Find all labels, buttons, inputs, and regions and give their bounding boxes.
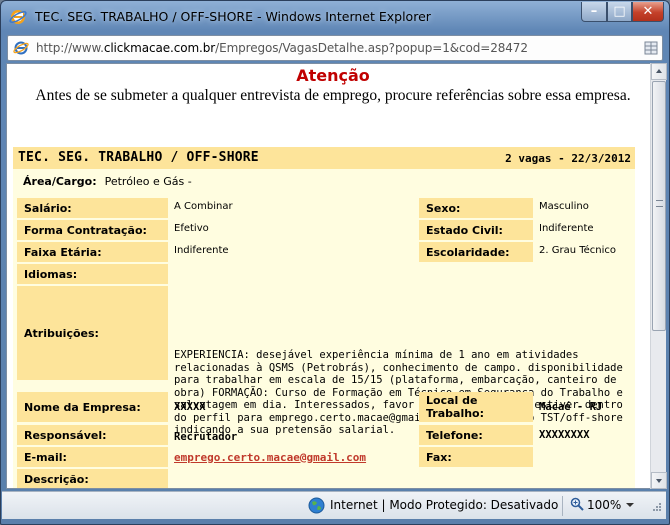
area-label: Área/Cargo: — [23, 175, 97, 188]
internet-explorer-icon — [9, 10, 27, 24]
page-content: Atenção Antes de se submeter a qualquer … — [6, 63, 658, 489]
faixa-etaria-label: Faixa Etária: — [17, 242, 168, 262]
address-url[interactable]: http://www.clickmacae.com.br/Empregos/Va… — [36, 41, 528, 55]
telefone-value: XXXXXXXX — [539, 429, 590, 441]
vertical-scrollbar[interactable] — [650, 63, 667, 489]
grip-icon — [656, 200, 663, 207]
email-cell: emprego.certo.macae@gmail.com — [170, 447, 410, 467]
sexo-value: Masculino — [539, 200, 589, 212]
responsavel-label: Responsável: — [17, 425, 168, 445]
area-cargo: Área/Cargo: Petróleo e Gás - — [23, 175, 192, 188]
faixa-etaria-value: Indiferente — [174, 244, 229, 256]
maximize-button[interactable]: □ — [607, 2, 632, 22]
estado-civil-label: Estado Civil: — [419, 220, 533, 240]
job-title: TEC. SEG. TRABALHO / OFF-SHORE — [18, 150, 259, 165]
email-label: E-mail: — [17, 447, 168, 467]
close-icon: ✕ — [642, 4, 654, 19]
area-value: Petróleo e Gás - — [104, 175, 192, 188]
escolaridade-label: Escolaridade: — [419, 242, 533, 262]
local-trabalho-value: Macaé - RJ — [539, 401, 603, 413]
status-bar: Internet | Modo Protegido: Desativado 10… — [2, 491, 666, 519]
local-trabalho-label: Local de Trabalho: — [419, 392, 533, 422]
responsavel-value: Recrutador — [174, 431, 238, 443]
job-detail-panel: TEC. SEG. TRABALHO / OFF-SHORE 2 vagas -… — [13, 147, 635, 488]
idiomas-label: Idiomas: — [17, 264, 168, 284]
sexo-label: Sexo: — [419, 198, 533, 218]
resize-grip-icon[interactable] — [650, 502, 662, 514]
chevron-down-icon[interactable] — [626, 503, 634, 507]
page-icon — [13, 41, 29, 55]
scroll-thumb[interactable] — [652, 81, 666, 331]
atribuicoes-label: Atribuições: — [17, 286, 168, 380]
minimize-icon: – — [590, 4, 598, 19]
address-bar[interactable]: http://www.clickmacae.com.br/Empregos/Va… — [7, 35, 663, 61]
minimize-button[interactable]: – — [581, 2, 607, 22]
empresa-value: XXXXX — [174, 401, 206, 413]
url-path: /Empregos/VagasDetalhe.asp?popup=1&cod=2… — [215, 41, 528, 55]
url-domain: clickmacae.com.br — [103, 41, 216, 55]
empresa-label: Nome da Empresa: — [17, 392, 168, 422]
title-bar[interactable]: TEC. SEG. TRABALHO / OFF-SHORE - Windows… — [1, 1, 669, 33]
job-header: TEC. SEG. TRABALHO / OFF-SHORE 2 vagas -… — [13, 147, 635, 169]
zoom-level[interactable]: 100% — [587, 498, 621, 512]
salario-label: Salário: — [17, 198, 168, 218]
status-separator — [562, 496, 563, 516]
telefone-label: Telefone: — [419, 425, 533, 445]
contratacao-value: Efetivo — [174, 222, 209, 234]
window-title: TEC. SEG. TRABALHO / OFF-SHORE - Windows… — [35, 9, 431, 24]
escolaridade-value: 2. Grau Técnico — [539, 244, 617, 256]
security-zone[interactable]: Internet | Modo Protegido: Desativado — [330, 498, 558, 512]
contratacao-label: Forma Contratação: — [17, 220, 168, 240]
email-link[interactable]: emprego.certo.macae@gmail.com — [174, 451, 366, 464]
scroll-up-arrow-icon[interactable] — [651, 63, 667, 80]
job-vacancies-date: 2 vagas - 22/3/2012 — [505, 152, 631, 165]
salario-value: A Combinar — [174, 200, 233, 212]
notice-heading: Atenção — [296, 66, 370, 85]
close-button[interactable]: ✕ — [632, 2, 664, 22]
notice-text: Antes de se submeter a qualquer entrevis… — [35, 87, 631, 104]
compatibility-view-icon[interactable] — [644, 40, 658, 56]
fax-label: Fax: — [419, 447, 533, 467]
maximize-icon: □ — [613, 4, 626, 19]
globe-icon[interactable] — [308, 497, 325, 514]
estado-civil-value: Indiferente — [539, 222, 594, 234]
url-prefix: http://www. — [36, 41, 104, 55]
scroll-down-arrow-icon[interactable] — [651, 472, 667, 489]
zoom-icon[interactable] — [570, 497, 584, 511]
descricao-label: Descrição: — [17, 469, 168, 488]
